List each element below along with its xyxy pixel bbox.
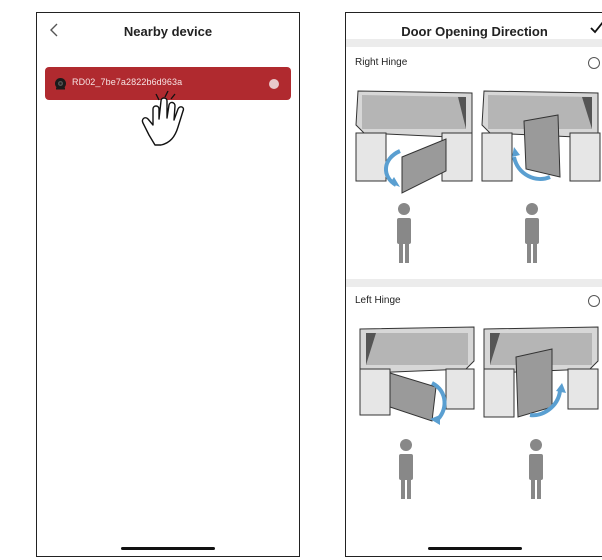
page-title: Door Opening Direction <box>401 24 548 39</box>
option-label-left-hinge: Left Hinge <box>355 295 401 306</box>
page-title: Nearby device <box>123 24 213 39</box>
confirm-check-icon[interactable] <box>589 19 602 35</box>
door-direction-screen: Door Opening Direction Right Hinge Left … <box>345 12 602 557</box>
option-label-right-hinge: Right Hinge <box>355 57 408 68</box>
radio-right-hinge[interactable] <box>588 57 600 69</box>
home-indicator <box>427 547 522 550</box>
device-name: RD02_7be7a2822b6d963a <box>72 77 183 87</box>
person-figure-4 <box>529 439 543 499</box>
home-indicator <box>121 547 215 550</box>
device-status-dot <box>269 79 279 89</box>
room-right-hinge-outward-2 <box>481 90 601 182</box>
room-left-hinge-outward-2 <box>483 326 599 418</box>
right-hinge-illustration <box>355 90 601 263</box>
left-hinge-illustration <box>359 326 599 499</box>
room-left-hinge-inward-1 <box>359 326 475 425</box>
person-figure-3 <box>399 439 413 499</box>
separator <box>346 279 602 287</box>
room-right-hinge-inward-1 <box>355 90 473 194</box>
pointing-hand-icon <box>141 90 185 146</box>
radio-left-hinge[interactable] <box>588 295 600 307</box>
person-figure-1 <box>397 203 411 263</box>
camera-icon <box>55 78 66 90</box>
separator <box>346 39 602 47</box>
nearby-device-screen: Nearby device RD02_7be7a2822b6d963a <box>36 12 300 557</box>
person-figure-2 <box>525 203 539 263</box>
